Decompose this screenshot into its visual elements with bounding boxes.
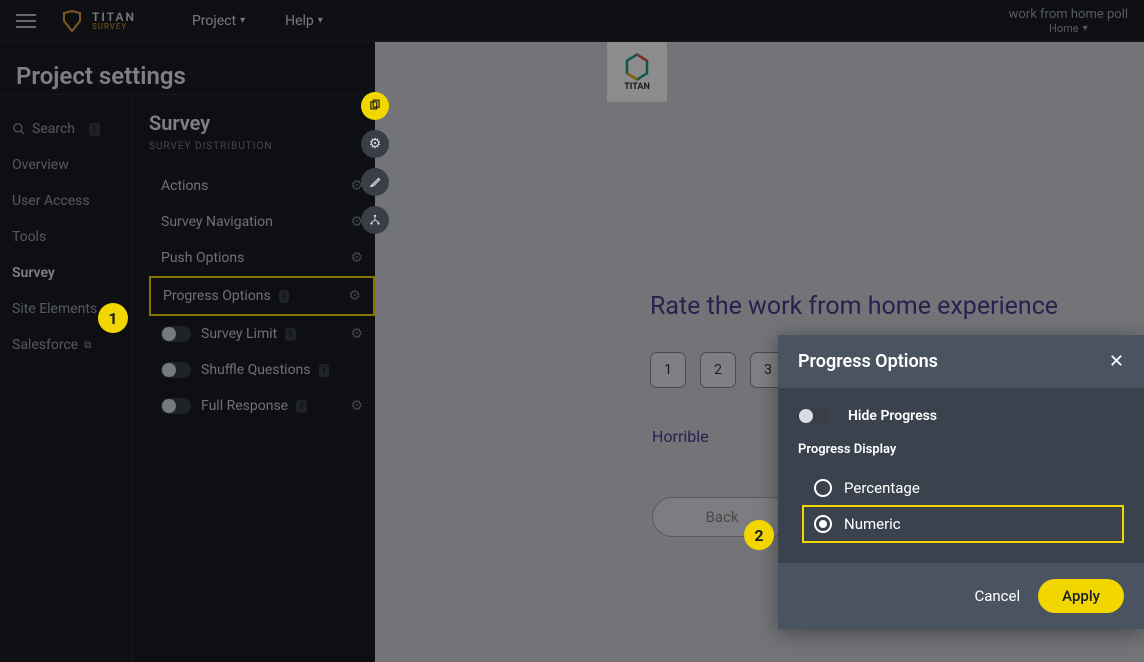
toggle-full-response[interactable]: [161, 398, 191, 414]
rating-label-low: Horrible: [652, 427, 709, 446]
hide-progress-label: Hide Progress: [848, 408, 937, 424]
breadcrumb-title: work from home poll: [1009, 7, 1128, 22]
apply-button[interactable]: Apply: [1038, 579, 1124, 613]
sidebar-item-overview[interactable]: Overview: [0, 147, 132, 183]
search-label: Search: [32, 121, 75, 137]
breadcrumb[interactable]: work from home poll Home ▾: [1009, 7, 1128, 35]
hamburger-icon[interactable]: [16, 14, 36, 28]
info-badge: i: [285, 328, 296, 341]
rating-2[interactable]: 2: [700, 352, 736, 388]
info-badge: i: [296, 400, 307, 413]
tool-settings[interactable]: ⚙: [361, 130, 389, 158]
logo-subtitle: SURVEY: [92, 23, 136, 31]
gear-icon[interactable]: ⚙: [350, 398, 363, 414]
tool-copy[interactable]: [361, 92, 389, 120]
survey-submenu: Survey SURVEY DISTRIBUTION Actions ⚙ Sur…: [133, 95, 375, 662]
settings-panel: Project settings Search i Overview User …: [0, 42, 375, 662]
gear-icon[interactable]: ⚙: [348, 288, 361, 304]
sidebar-item-user-access[interactable]: User Access: [0, 183, 132, 219]
info-badge: i: [319, 364, 330, 377]
radio-numeric[interactable]: Numeric: [802, 505, 1124, 543]
brush-icon: [368, 175, 382, 189]
chevron-down-icon: ▾: [1083, 23, 1088, 34]
toggle-survey-limit[interactable]: [161, 326, 191, 342]
info-badge: i: [279, 290, 290, 303]
search-icon: [12, 122, 26, 136]
copy-icon: [368, 99, 382, 113]
annotation-marker-2: 2: [744, 520, 774, 550]
canvas-tool-rail: ⚙: [361, 92, 389, 234]
submenu-progress-options[interactable]: Progress Options i ⚙: [149, 276, 375, 316]
titan-logo-icon: [60, 9, 84, 33]
submenu-subtitle: SURVEY DISTRIBUTION: [149, 141, 375, 152]
nav-help[interactable]: Help▾: [285, 13, 323, 29]
rating-buttons: 1 2 3: [650, 352, 786, 388]
external-link-icon: ⧉: [84, 340, 91, 351]
radio-icon: [814, 515, 832, 533]
chevron-down-icon: ▾: [318, 15, 323, 26]
progress-options-dialog: Progress Options ✕ Hide Progress Progres…: [778, 335, 1144, 629]
annotation-marker-1: 1: [98, 303, 128, 333]
tool-nodes[interactable]: [361, 206, 389, 234]
nav-project[interactable]: Project▾: [192, 13, 245, 29]
submenu-actions[interactable]: Actions ⚙: [149, 168, 375, 204]
nodes-icon: [368, 213, 382, 227]
sidebar-item-survey[interactable]: Survey: [0, 255, 132, 291]
breadcrumb-home: Home: [1049, 22, 1079, 35]
submenu-shuffle-questions[interactable]: Shuffle Questions i: [149, 352, 375, 388]
gear-icon[interactable]: ⚙: [350, 326, 363, 342]
submenu-push-options[interactable]: Push Options ⚙: [149, 240, 375, 276]
toggle-shuffle-questions[interactable]: [161, 362, 191, 378]
submenu-full-response[interactable]: Full Response i ⚙: [149, 388, 375, 424]
canvas-logo: TITAN: [607, 42, 667, 102]
tool-brush[interactable]: [361, 168, 389, 196]
dialog-title: Progress Options: [798, 351, 938, 372]
radio-percentage[interactable]: Percentage: [804, 471, 1124, 505]
logo-title: TITAN: [92, 11, 136, 23]
survey-question: Rate the work from home experience: [650, 292, 1058, 321]
progress-display-label: Progress Display: [798, 442, 1124, 457]
settings-nav: Search i Overview User Access Tools Surv…: [0, 95, 133, 662]
gear-icon[interactable]: ⚙: [350, 250, 363, 266]
titan-logo-icon: [622, 52, 652, 82]
logo[interactable]: TITAN SURVEY: [60, 9, 136, 33]
radio-icon: [814, 479, 832, 497]
submenu-title: Survey: [149, 111, 375, 135]
info-badge: i: [89, 123, 100, 136]
gear-icon: ⚙: [369, 136, 382, 152]
close-icon[interactable]: ✕: [1109, 351, 1124, 372]
cancel-button[interactable]: Cancel: [974, 587, 1020, 605]
sidebar-item-tools[interactable]: Tools: [0, 219, 132, 255]
rating-1[interactable]: 1: [650, 352, 686, 388]
page-title: Project settings: [0, 42, 375, 94]
search-row[interactable]: Search i: [0, 111, 132, 147]
chevron-down-icon: ▾: [240, 15, 245, 26]
toggle-hide-progress[interactable]: [798, 408, 828, 424]
submenu-survey-navigation[interactable]: Survey Navigation ⚙: [149, 204, 375, 240]
topbar: TITAN SURVEY Project▾ Help▾ work from ho…: [0, 0, 1144, 42]
submenu-survey-limit[interactable]: Survey Limit i ⚙: [149, 316, 375, 352]
